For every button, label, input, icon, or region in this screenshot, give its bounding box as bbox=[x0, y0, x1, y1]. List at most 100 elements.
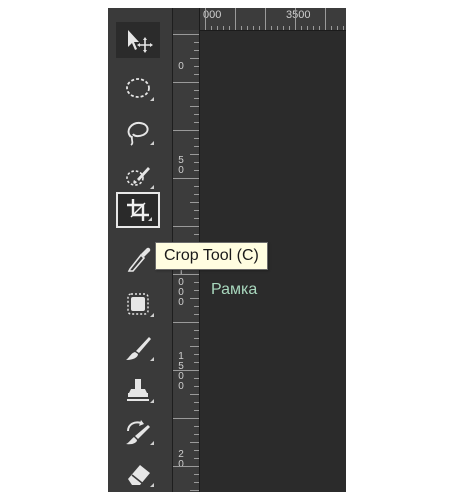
ruler-tick bbox=[190, 442, 199, 443]
submenu-indicator bbox=[150, 141, 154, 145]
ruler-tick bbox=[301, 26, 302, 30]
clone-stamp-tool-button[interactable] bbox=[116, 372, 160, 408]
ruler-tick bbox=[194, 282, 199, 283]
ruler-tick bbox=[173, 130, 199, 131]
ruler-tick bbox=[247, 26, 248, 30]
crop-tool-button[interactable] bbox=[116, 192, 160, 228]
ruler-tick bbox=[190, 394, 199, 395]
ruler-tick bbox=[173, 370, 199, 371]
caption-label: Рамка bbox=[211, 281, 258, 298]
lasso-tool-button[interactable] bbox=[116, 114, 160, 150]
ruler-tick bbox=[173, 274, 199, 275]
ruler-tick bbox=[190, 154, 199, 155]
ruler-tick bbox=[295, 8, 296, 30]
ruler-tick bbox=[194, 426, 199, 427]
ruler-tick bbox=[194, 474, 199, 475]
ruler-tick bbox=[190, 106, 199, 107]
screenshot: { "tooltip": { "text": "Crop Tool (C)" }… bbox=[0, 0, 450, 500]
ruler-label: 1 5 0 0 bbox=[178, 351, 184, 392]
crop-tool-tooltip: Crop Tool (C) bbox=[155, 242, 268, 270]
ruler-tick bbox=[194, 354, 199, 355]
ruler-tick bbox=[194, 290, 199, 291]
ruler-tick bbox=[173, 322, 199, 323]
ruler-tick bbox=[319, 26, 320, 30]
eyedropper-icon bbox=[127, 247, 151, 272]
submenu-indicator bbox=[150, 97, 154, 101]
ruler-tick bbox=[277, 26, 278, 30]
ruler-tick bbox=[194, 402, 199, 403]
ruler-tick bbox=[235, 8, 236, 30]
quick-selection-tool-button[interactable] bbox=[116, 158, 160, 194]
eraser-icon bbox=[128, 465, 150, 485]
ruler-tick bbox=[194, 194, 199, 195]
elliptical-marquee-tool-button[interactable] bbox=[116, 70, 160, 106]
ruler-tick bbox=[194, 146, 199, 147]
ruler-tick bbox=[241, 26, 242, 30]
move-icon bbox=[128, 30, 153, 53]
ruler-tick bbox=[307, 26, 308, 30]
ruler-tick bbox=[194, 330, 199, 331]
ruler-tick bbox=[173, 34, 199, 35]
eraser-tool-button[interactable] bbox=[116, 456, 160, 492]
ruler-tick bbox=[271, 26, 272, 30]
ruler-tick bbox=[194, 410, 199, 411]
ruler-tick bbox=[194, 450, 199, 451]
ruler-tick bbox=[331, 26, 332, 30]
ruler-tick bbox=[217, 26, 218, 30]
ruler-tick bbox=[194, 114, 199, 115]
ruler-tick bbox=[194, 138, 199, 139]
submenu-indicator bbox=[150, 399, 154, 403]
ruler-label: 0 bbox=[178, 61, 184, 72]
ruler-tick bbox=[194, 338, 199, 339]
ruler-tick bbox=[253, 26, 254, 30]
ruler-tick bbox=[313, 26, 314, 30]
lasso-icon bbox=[127, 121, 149, 146]
submenu-indicator bbox=[148, 217, 152, 221]
ruler-tick bbox=[194, 362, 199, 363]
ruler-tick bbox=[194, 306, 199, 307]
ruler-label: 2 0 bbox=[178, 449, 184, 470]
ruler-tick bbox=[190, 58, 199, 59]
ruler-tick bbox=[343, 26, 344, 30]
move-tool-button[interactable] bbox=[116, 22, 160, 58]
ruler-tick bbox=[289, 26, 290, 30]
ruler-tick bbox=[190, 346, 199, 347]
ruler-tick bbox=[173, 226, 199, 227]
ruler-tick bbox=[194, 42, 199, 43]
ruler-tick bbox=[325, 8, 326, 30]
ruler-tick bbox=[194, 74, 199, 75]
ruler-tick bbox=[265, 8, 266, 30]
ruler-tick bbox=[194, 66, 199, 67]
stamp-icon bbox=[127, 379, 149, 401]
ruler-tick bbox=[190, 490, 199, 491]
ruler-tick bbox=[194, 218, 199, 219]
ruler-tick bbox=[190, 202, 199, 203]
eyedropper-tool-button[interactable] bbox=[116, 240, 160, 276]
ruler-label: 3500 bbox=[286, 9, 311, 21]
ruler-origin[interactable] bbox=[173, 8, 200, 30]
submenu-indicator bbox=[150, 313, 154, 317]
submenu-indicator bbox=[150, 357, 154, 361]
ruler-tick bbox=[194, 378, 199, 379]
ruler-tick bbox=[259, 26, 260, 30]
ruler-tick bbox=[337, 26, 338, 30]
brush-icon bbox=[126, 337, 151, 360]
ruler-tick bbox=[194, 482, 199, 483]
history-brush-tool-button[interactable] bbox=[116, 414, 160, 450]
ruler-tick bbox=[194, 162, 199, 163]
ruler-tick bbox=[194, 210, 199, 211]
brush-tool-button[interactable] bbox=[116, 330, 160, 366]
ruler-tick bbox=[194, 434, 199, 435]
ruler-tick bbox=[194, 458, 199, 459]
ruler-tick bbox=[173, 82, 199, 83]
ruler-tick bbox=[194, 98, 199, 99]
quick-selection-brush-icon bbox=[126, 167, 150, 186]
ruler-tick bbox=[211, 26, 212, 30]
ruler-tick bbox=[194, 122, 199, 123]
ellipse-marquee-icon bbox=[126, 78, 150, 98]
ruler-tick bbox=[194, 314, 199, 315]
spot-healing-tool-button[interactable] bbox=[116, 286, 160, 322]
ruler-tick bbox=[194, 234, 199, 235]
ruler-tick bbox=[173, 466, 199, 467]
ruler-tick bbox=[229, 26, 230, 30]
